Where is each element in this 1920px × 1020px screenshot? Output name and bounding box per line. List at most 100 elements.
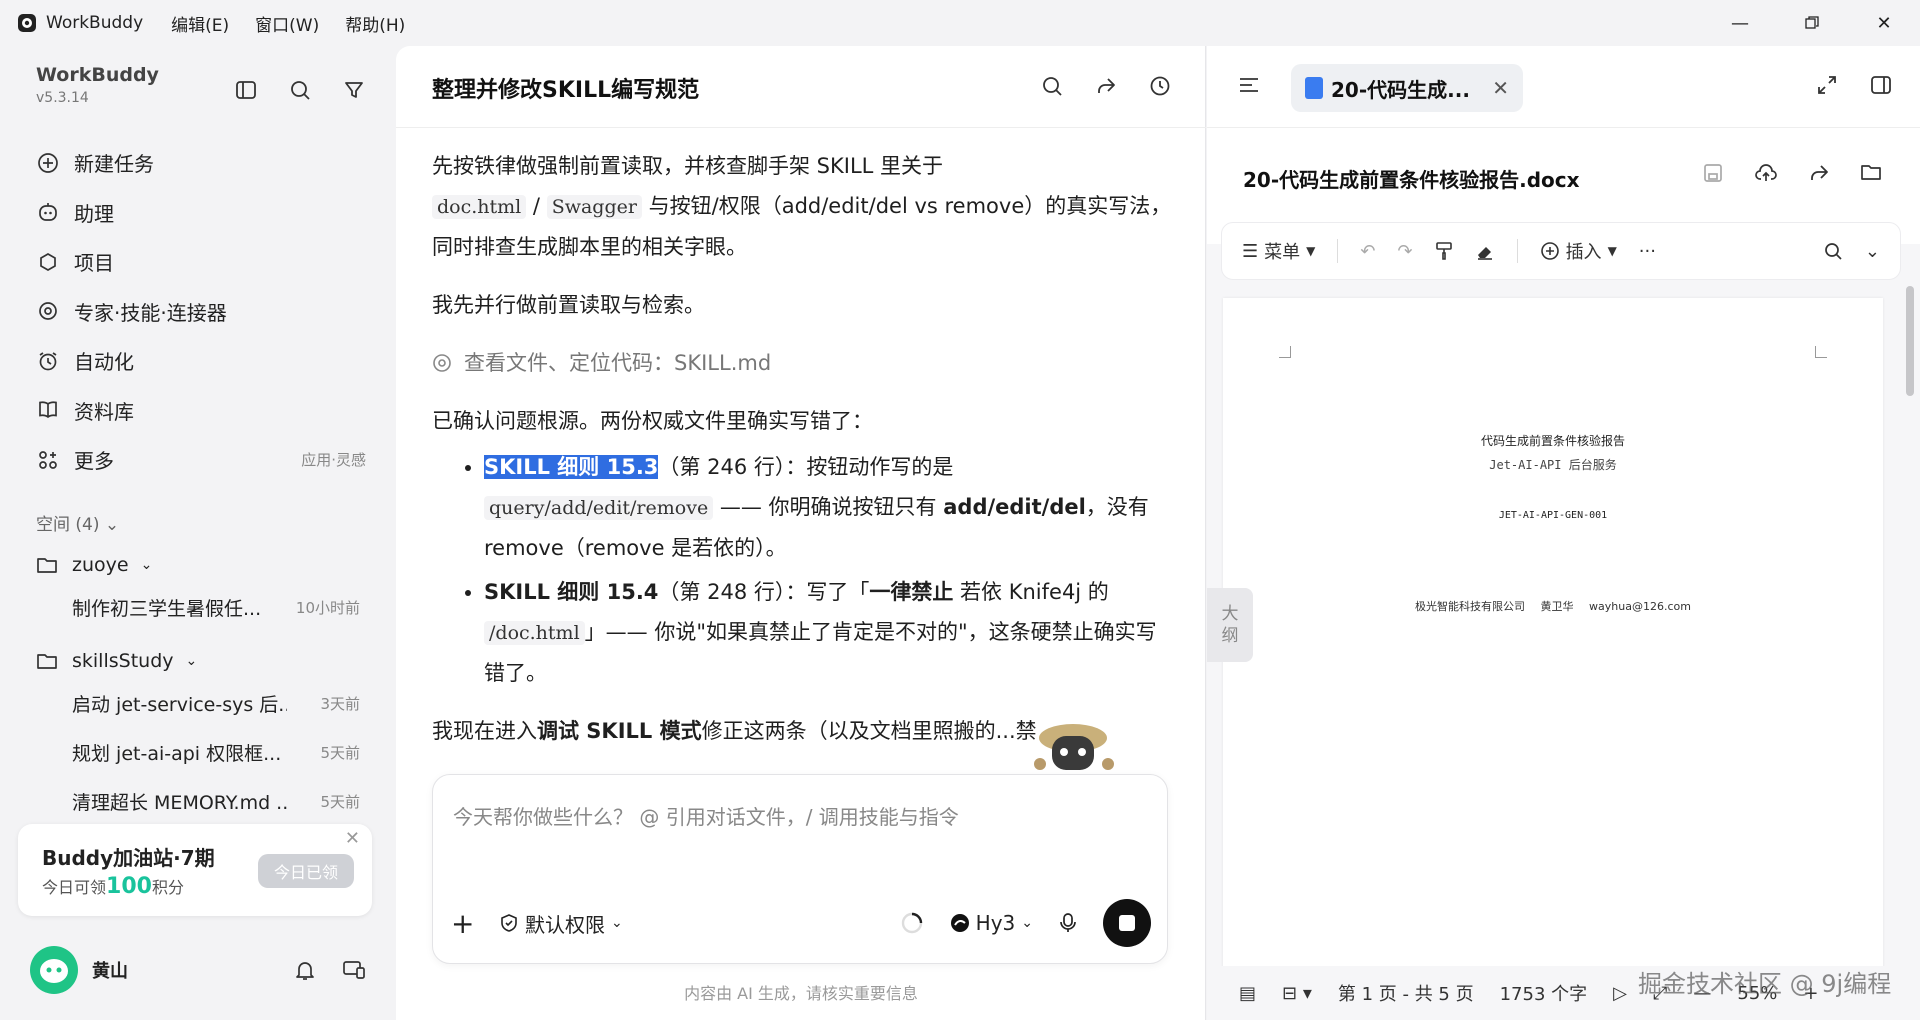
search-icon[interactable] [286, 76, 314, 104]
upload-icon[interactable] [1754, 162, 1778, 184]
bold-text: add/edit/del [943, 495, 1086, 519]
task-time: 10小时前 [295, 599, 360, 617]
menu-window[interactable]: 窗口(W) [255, 11, 319, 36]
close-tab-icon[interactable]: ✕ [1492, 76, 1509, 100]
nav-project[interactable]: 项目 [36, 237, 366, 287]
nav-assistant[interactable]: 助理 [36, 188, 366, 238]
stop-button[interactable] [1103, 899, 1151, 947]
task-item[interactable]: 启动 jet-service-sys 后... 3天前 [72, 690, 360, 717]
nav-new-task[interactable]: 新建任务 [36, 138, 366, 188]
minimize-icon[interactable]: — [1704, 0, 1776, 46]
outline-tab[interactable]: 大 纲 [1207, 588, 1253, 662]
format-painter-icon[interactable] [1435, 241, 1453, 261]
tool-call-label: 查看文件、定位代码：SKILL.md [464, 351, 772, 375]
folder-name: skillsStudy [72, 650, 174, 672]
share-icon[interactable] [1808, 162, 1830, 184]
promo-suffix: 积分 [151, 878, 184, 897]
task-title: 规划 jet-ai-api 权限框... [72, 743, 282, 765]
title-bar: WorkBuddy 编辑(E) 窗口(W) 帮助(H) — ✕ [0, 0, 1920, 46]
chat-input[interactable]: 今天帮你做些什么？ @ 引用对话文件，/ 调用技能与指令 [453, 801, 959, 830]
eraser-icon[interactable] [1475, 241, 1495, 261]
promo-card[interactable]: Buddy加油站·7期 今日可领100积分 今日已领 ✕ [18, 824, 372, 916]
menu-edit[interactable]: 编辑(E) [171, 11, 229, 36]
side-panel-icon[interactable] [1870, 74, 1892, 96]
doc-page-subtitle: Jet-AI-API 后台服务 [1489, 458, 1617, 472]
outline-view-icon[interactable]: ▤ [1239, 983, 1256, 1004]
window-controls: — ✕ [1704, 0, 1920, 46]
more-icon[interactable]: ··· [1639, 241, 1656, 262]
doc-file-title: 20-代码生成前置条件核验报告.docx [1243, 168, 1580, 192]
promo-claimed-button[interactable]: 今日已领 [258, 854, 354, 888]
search-icon[interactable] [1038, 72, 1066, 100]
task-item[interactable]: 清理超长 MEMORY.md ... 5天前 [72, 788, 360, 815]
expand-icon[interactable] [1816, 74, 1838, 96]
restore-icon[interactable] [1776, 0, 1848, 46]
nav-library[interactable]: 资料库 [36, 386, 366, 436]
assistant-icon [36, 200, 60, 224]
microphone-icon[interactable] [1059, 912, 1077, 934]
close-window-icon[interactable]: ✕ [1848, 0, 1920, 46]
input-toolbar: + 默认权限 ⌄ Hy3 ⌄ [451, 899, 1151, 947]
save-icon[interactable] [1702, 162, 1724, 184]
nav-label: 助理 [74, 201, 114, 226]
folder-zuoye[interactable]: zuoye ⌄ [36, 554, 152, 576]
hamburger-icon[interactable] [1237, 74, 1261, 96]
search-icon[interactable] [1823, 241, 1843, 261]
doc-tab-actions [1816, 74, 1892, 96]
doc-tab[interactable]: 20-代码生成... ✕ [1291, 64, 1523, 112]
nav-expert[interactable]: 专家·技能·连接器 [36, 287, 366, 337]
model-selector[interactable]: Hy3 ⌄ [950, 911, 1033, 935]
app-name: WorkBuddy [46, 13, 144, 33]
eye-icon [432, 353, 452, 373]
redo-icon[interactable]: ↷ [1397, 241, 1412, 262]
chat-header: 整理并修改SKILL编写规范 [396, 46, 1206, 128]
promo-prefix: 今日可领 [42, 878, 107, 897]
text: 修正这两条（以及文档里照搬的...禁 [701, 719, 1037, 743]
chat-header-actions [1038, 72, 1174, 100]
word-doc-icon [1305, 77, 1323, 99]
add-attachment-icon[interactable]: + [451, 907, 487, 940]
close-icon[interactable]: ✕ [345, 828, 360, 849]
filter-icon[interactable] [340, 76, 368, 104]
menu-dropdown[interactable]: ☰ 菜单 ▼ [1242, 238, 1315, 264]
permission-label: 默认权限 [525, 912, 605, 937]
nav-more[interactable]: 更多 应用·灵感 [36, 435, 366, 485]
devices-icon[interactable] [342, 959, 366, 981]
undo-icon[interactable]: ↶ [1360, 241, 1375, 262]
text: / [526, 194, 547, 218]
divider [1337, 239, 1339, 263]
share-icon[interactable] [1092, 72, 1120, 100]
task-item[interactable]: 规划 jet-ai-api 权限框... 5天前 [72, 739, 360, 766]
avatar[interactable] [30, 946, 78, 994]
folder-skillsstudy[interactable]: skillsStudy ⌄ [36, 650, 197, 672]
task-item[interactable]: 制作初三学生暑假任... 10小时前 [72, 594, 360, 621]
chevron-down-icon: ⌄ [1021, 915, 1033, 931]
open-folder-icon[interactable] [1860, 162, 1882, 184]
watermark: 掘金技术社区 @ 9j编程 [1638, 970, 1892, 998]
chevron-down-icon[interactable]: ⌄ [1865, 241, 1880, 262]
ai-disclaimer: 内容由 AI 生成，请核实重要信息 [684, 984, 918, 1003]
word-count[interactable]: 1753 个字 [1500, 980, 1588, 1006]
nav-label: 项目 [74, 251, 114, 276]
menu-help[interactable]: 帮助(H) [345, 11, 405, 36]
input-right-actions: Hy3 ⌄ [900, 899, 1151, 947]
spaces-header[interactable]: 空间 (4) ⌄ [36, 510, 119, 535]
sidebar-tools [232, 76, 368, 104]
permission-selector[interactable]: 默认权限 ⌄ [499, 909, 623, 938]
nav-label: 新建任务 [74, 152, 154, 177]
bell-icon[interactable] [294, 959, 316, 981]
tool-call[interactable]: 查看文件、定位代码：SKILL.md [432, 343, 1172, 383]
document-panel: 20-代码生成... ✕ 20-代码生成前置条件核验报告.docx ☰ 菜单 ▼… [1207, 46, 1920, 1020]
chevron-down-icon: ⌄ [140, 557, 153, 573]
folder-icon [36, 651, 60, 671]
history-icon[interactable] [1146, 72, 1174, 100]
project-icon [36, 250, 60, 274]
nav-automation[interactable]: 自动化 [36, 336, 366, 386]
page-layout-icon[interactable]: ⊟ ▾ [1282, 983, 1312, 1004]
insert-dropdown[interactable]: 插入 ▼ [1540, 238, 1617, 264]
toggle-sidebar-icon[interactable] [232, 76, 260, 104]
brand: WorkBuddy v5.3.14 [36, 64, 159, 106]
scrollbar[interactable] [1906, 286, 1914, 396]
mascot-icon [1026, 714, 1120, 774]
play-icon[interactable]: ▷ [1613, 983, 1627, 1004]
